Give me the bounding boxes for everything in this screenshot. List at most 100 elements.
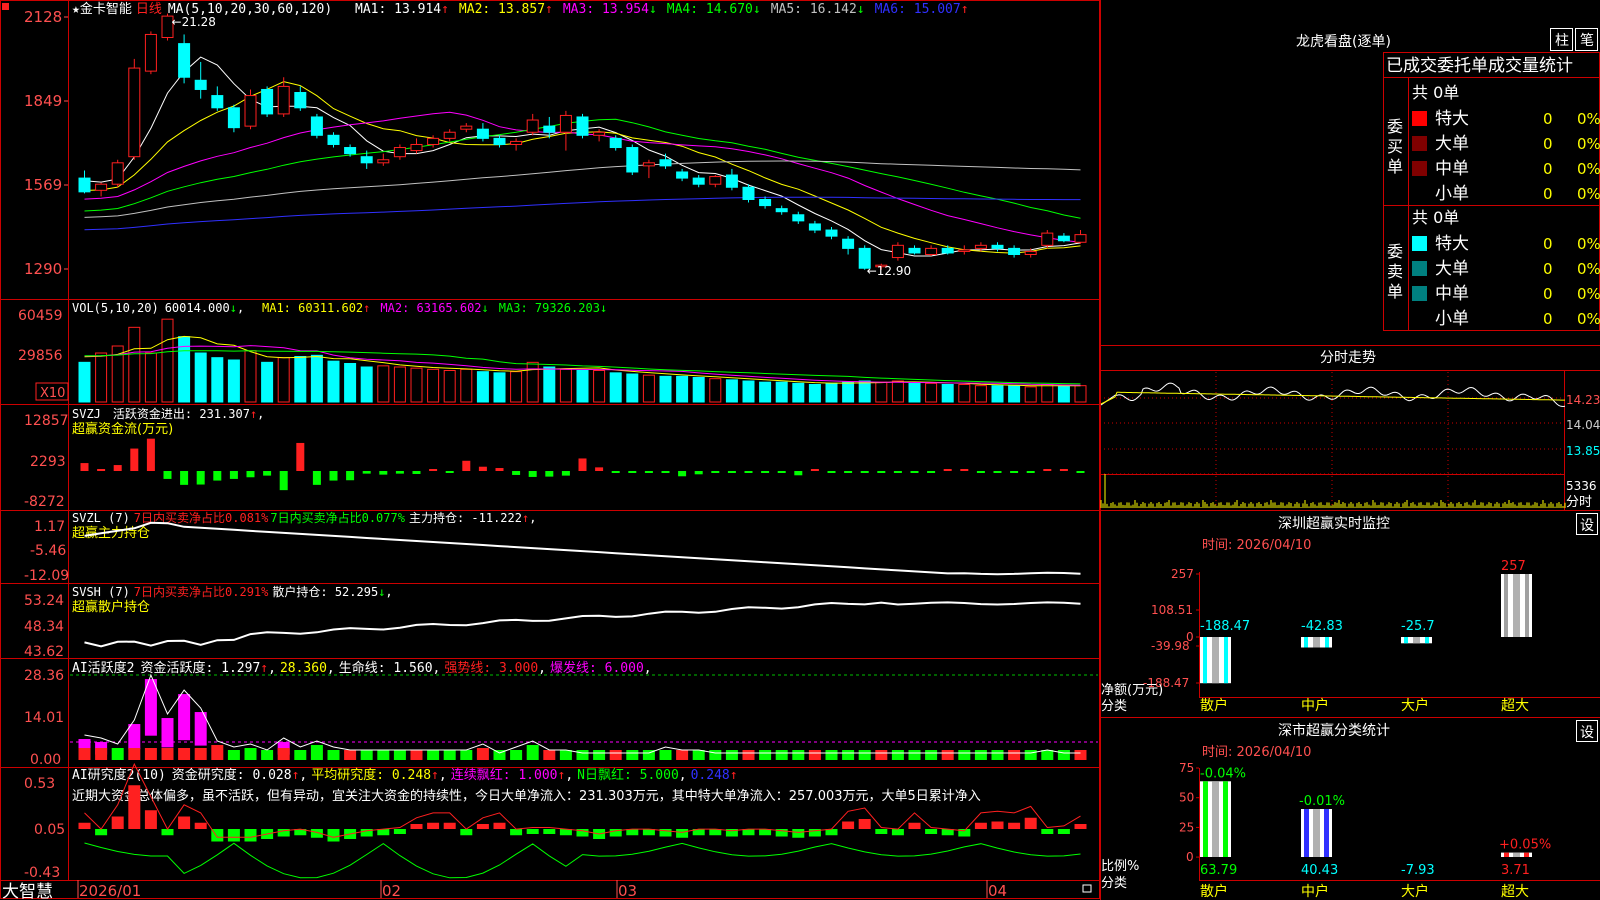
fund-flow-bar bbox=[744, 471, 753, 473]
fund-flow-bar bbox=[893, 471, 902, 473]
order-percent: 0% bbox=[1577, 135, 1600, 153]
volume-bar bbox=[543, 366, 556, 403]
candle-body bbox=[194, 79, 207, 90]
research-bar bbox=[875, 829, 888, 834]
order-percent: 0% bbox=[1577, 185, 1600, 203]
sz-y-caption: 净额(万元) bbox=[1101, 683, 1163, 698]
fund-flow-bar bbox=[213, 471, 222, 481]
volume-bar bbox=[310, 354, 323, 403]
volume-bar bbox=[144, 352, 157, 403]
category-label: 中户 bbox=[1301, 697, 1329, 714]
volume-bar bbox=[991, 385, 1004, 403]
candle-body bbox=[244, 95, 257, 127]
fund-flow-bar bbox=[1076, 471, 1085, 473]
candle-body bbox=[410, 143, 423, 152]
activity-bar-red bbox=[78, 748, 91, 760]
volume-bar bbox=[377, 365, 390, 403]
order-count: 0 bbox=[1543, 185, 1553, 203]
category-bar bbox=[1200, 637, 1231, 684]
volume-bar bbox=[593, 370, 606, 403]
activity-bar bbox=[825, 750, 838, 760]
svsh-subtitle: 超赢散户持仓 bbox=[72, 599, 150, 615]
candle-body bbox=[659, 159, 672, 167]
bar-stripe bbox=[1504, 852, 1509, 857]
fund-flow-bar bbox=[362, 471, 371, 474]
y-tick-ai-active: 28.36 bbox=[24, 668, 64, 684]
candle-body bbox=[144, 33, 157, 72]
category-label: 散户 bbox=[1200, 883, 1228, 900]
order-percent: 0% bbox=[1577, 260, 1600, 278]
research-bar bbox=[95, 829, 108, 836]
buy-side-label: 委 bbox=[1387, 117, 1403, 136]
intraday-y-label: 14.04 bbox=[1566, 418, 1600, 432]
candle-body bbox=[742, 186, 755, 200]
activity-bar bbox=[941, 750, 954, 760]
order-count: 0 bbox=[1543, 110, 1553, 128]
fund-flow-bar bbox=[578, 458, 587, 471]
bar-shade bbox=[1413, 637, 1420, 644]
sz-monitor-title: 深圳超赢实时监控 bbox=[1278, 515, 1390, 532]
fund-flow-bar bbox=[130, 448, 139, 471]
candle-body bbox=[958, 249, 971, 252]
y-tick-svsh: 48.34 bbox=[24, 619, 64, 635]
activity-bar bbox=[958, 750, 971, 760]
bar-shade bbox=[1313, 637, 1320, 648]
research-bar bbox=[891, 829, 904, 836]
category-bar bbox=[1200, 781, 1231, 857]
research-bar bbox=[543, 829, 556, 834]
research-bar bbox=[194, 822, 207, 829]
fund-flow-bar bbox=[943, 469, 952, 471]
bar-value-label: -25.7 bbox=[1401, 619, 1435, 634]
research-bar bbox=[460, 829, 473, 836]
research-bar bbox=[792, 829, 805, 838]
fund-flow-bar bbox=[860, 471, 869, 473]
fund-flow-bar bbox=[1026, 471, 1035, 473]
candle-body bbox=[111, 162, 124, 185]
fund-flow-bar bbox=[113, 465, 122, 471]
candle-body bbox=[908, 247, 921, 254]
swatch-icon bbox=[1412, 286, 1427, 301]
close-square-icon[interactable] bbox=[2, 3, 9, 10]
fund-flow-bar bbox=[279, 471, 288, 491]
volume-bar bbox=[128, 326, 141, 403]
fund-flow-bar bbox=[910, 471, 919, 473]
period-label[interactable]: 日线 bbox=[136, 2, 162, 17]
activity-bar-red bbox=[144, 748, 157, 760]
candle-body bbox=[1074, 234, 1087, 243]
longhu-subtitle: 已成交委托单成交量统计 bbox=[1386, 56, 1573, 76]
activity-bar bbox=[626, 750, 639, 760]
intraday-y-label: 14.23 bbox=[1566, 393, 1600, 407]
bar-shade bbox=[1212, 637, 1219, 684]
activity-bar-red bbox=[95, 748, 108, 760]
activity-bar-high bbox=[128, 724, 141, 750]
sell-side-label: 委 bbox=[1387, 242, 1403, 261]
activity-bar bbox=[476, 748, 489, 760]
research-bar bbox=[1024, 817, 1037, 829]
bar-value-label: -188.47 bbox=[1200, 619, 1250, 634]
sz-settings-label: 设 bbox=[1580, 518, 1594, 534]
volume-bar bbox=[825, 382, 838, 403]
order-size-label: 大单 bbox=[1435, 134, 1469, 154]
ai-research-header: AI研究度2(10) 资金研究度: 0.028↑, 平均研究度: 0.248↑, 连续… bbox=[72, 767, 738, 783]
candle-body bbox=[294, 92, 307, 109]
bar-stripe bbox=[1524, 852, 1529, 857]
bar-stripe bbox=[1325, 637, 1329, 648]
research-bar bbox=[991, 821, 1004, 829]
volume-bar bbox=[759, 381, 772, 403]
candle-body bbox=[493, 137, 506, 145]
research-bar bbox=[908, 822, 921, 829]
sh-y-caption: 比例% bbox=[1101, 859, 1139, 874]
fund-flow-bar bbox=[528, 471, 537, 477]
bar-stripe bbox=[1525, 574, 1529, 637]
activity-bar bbox=[344, 750, 357, 760]
candle-body bbox=[593, 131, 606, 136]
activity-bar-high bbox=[178, 694, 191, 741]
activity-bar bbox=[991, 750, 1004, 760]
fund-flow-bar bbox=[595, 467, 604, 471]
bar-value-label: 63.79 bbox=[1200, 863, 1237, 878]
fund-flow-bar bbox=[545, 471, 554, 477]
y-tick-svzj: -8272 bbox=[24, 494, 65, 510]
volume-bar bbox=[576, 370, 589, 403]
volume-bar bbox=[95, 352, 108, 403]
fund-flow-bar bbox=[644, 471, 653, 473]
